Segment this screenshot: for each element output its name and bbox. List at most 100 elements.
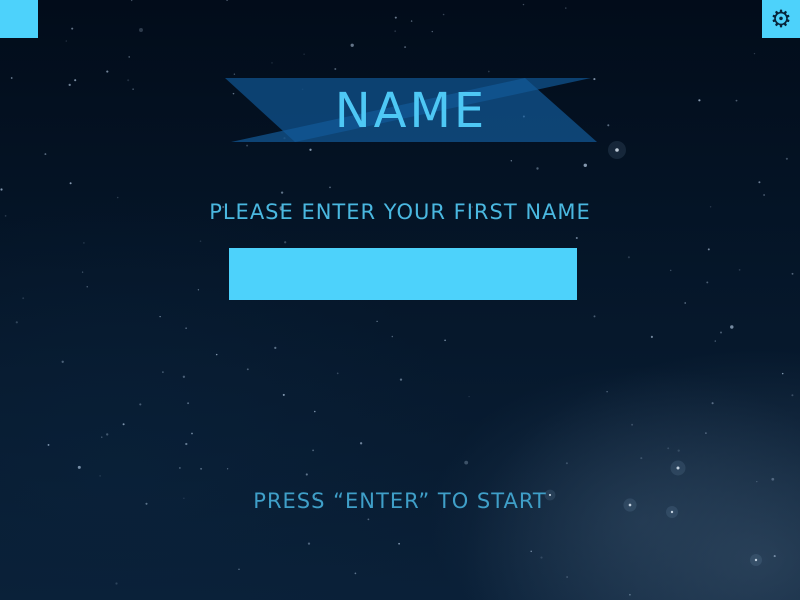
star xyxy=(631,423,634,426)
star xyxy=(773,555,776,558)
star xyxy=(431,30,433,33)
star xyxy=(629,593,631,596)
star xyxy=(350,43,354,47)
star xyxy=(139,403,142,406)
star xyxy=(187,402,190,405)
star xyxy=(565,462,568,465)
star xyxy=(44,153,47,156)
star xyxy=(65,40,68,42)
star xyxy=(284,241,287,244)
star xyxy=(280,191,284,194)
star xyxy=(71,27,74,30)
star xyxy=(394,16,397,19)
star xyxy=(274,346,277,350)
star xyxy=(115,582,118,585)
star xyxy=(199,240,202,242)
star xyxy=(307,542,311,545)
star xyxy=(226,468,229,470)
star xyxy=(106,70,109,73)
star xyxy=(468,395,470,398)
star xyxy=(522,3,525,6)
star xyxy=(510,160,512,162)
star xyxy=(627,256,630,259)
star xyxy=(127,79,130,82)
star xyxy=(271,62,273,64)
star xyxy=(530,550,532,553)
star xyxy=(650,335,653,338)
star xyxy=(705,432,707,434)
star xyxy=(10,77,13,79)
star xyxy=(226,0,229,2)
star xyxy=(116,196,119,199)
star xyxy=(139,28,143,32)
star xyxy=(565,7,567,9)
star xyxy=(376,320,378,323)
star xyxy=(159,315,161,318)
star xyxy=(442,13,445,16)
star xyxy=(215,353,218,356)
star xyxy=(391,335,394,338)
star xyxy=(771,477,775,481)
star xyxy=(61,360,64,363)
star xyxy=(575,236,578,240)
star xyxy=(706,281,709,284)
star xyxy=(399,378,403,381)
star xyxy=(162,371,164,373)
star xyxy=(246,144,249,147)
start-hint: PRESS “ENTER” TO START xyxy=(253,489,547,513)
gear-icon: ⚙ xyxy=(770,5,792,33)
star xyxy=(83,242,85,244)
star xyxy=(191,432,193,435)
star xyxy=(536,167,539,170)
star xyxy=(81,271,84,273)
first-name-input[interactable] xyxy=(229,248,577,300)
star xyxy=(238,568,240,570)
star xyxy=(540,556,543,559)
star xyxy=(756,480,758,483)
star xyxy=(394,30,397,33)
star xyxy=(0,188,3,191)
star xyxy=(122,423,125,426)
game-screen: ⚙ NAME PLEASE ENTER YOUR FIRST NAME PRES… xyxy=(0,0,800,600)
star xyxy=(99,475,101,477)
star xyxy=(738,269,741,271)
star xyxy=(791,394,794,397)
star xyxy=(47,443,50,446)
star xyxy=(677,449,680,452)
star xyxy=(763,194,765,196)
star-glow xyxy=(750,554,762,566)
star xyxy=(336,372,339,375)
star xyxy=(758,181,761,184)
star xyxy=(282,393,285,396)
star xyxy=(714,340,716,342)
star xyxy=(606,390,608,393)
star xyxy=(69,182,72,185)
star xyxy=(233,73,236,75)
star xyxy=(309,148,312,151)
star xyxy=(676,466,680,470)
star xyxy=(329,186,331,189)
star xyxy=(22,297,25,300)
star xyxy=(68,83,71,87)
star xyxy=(640,457,643,460)
title-banner: NAME xyxy=(225,76,597,144)
star xyxy=(359,442,363,445)
star xyxy=(131,0,133,2)
star xyxy=(312,449,314,452)
star xyxy=(583,163,588,168)
star xyxy=(314,410,316,413)
star xyxy=(781,372,784,375)
star xyxy=(106,433,109,436)
star xyxy=(707,248,710,251)
corner-menu-button[interactable] xyxy=(0,0,38,38)
name-prompt: PLEASE ENTER YOUR FIRST NAME xyxy=(209,200,591,224)
star xyxy=(398,542,400,545)
star xyxy=(404,46,407,49)
star xyxy=(669,269,672,272)
star xyxy=(464,460,469,465)
star xyxy=(246,368,249,371)
star xyxy=(735,99,738,102)
star xyxy=(791,272,794,275)
settings-button[interactable]: ⚙ xyxy=(762,0,800,38)
star xyxy=(334,68,337,70)
